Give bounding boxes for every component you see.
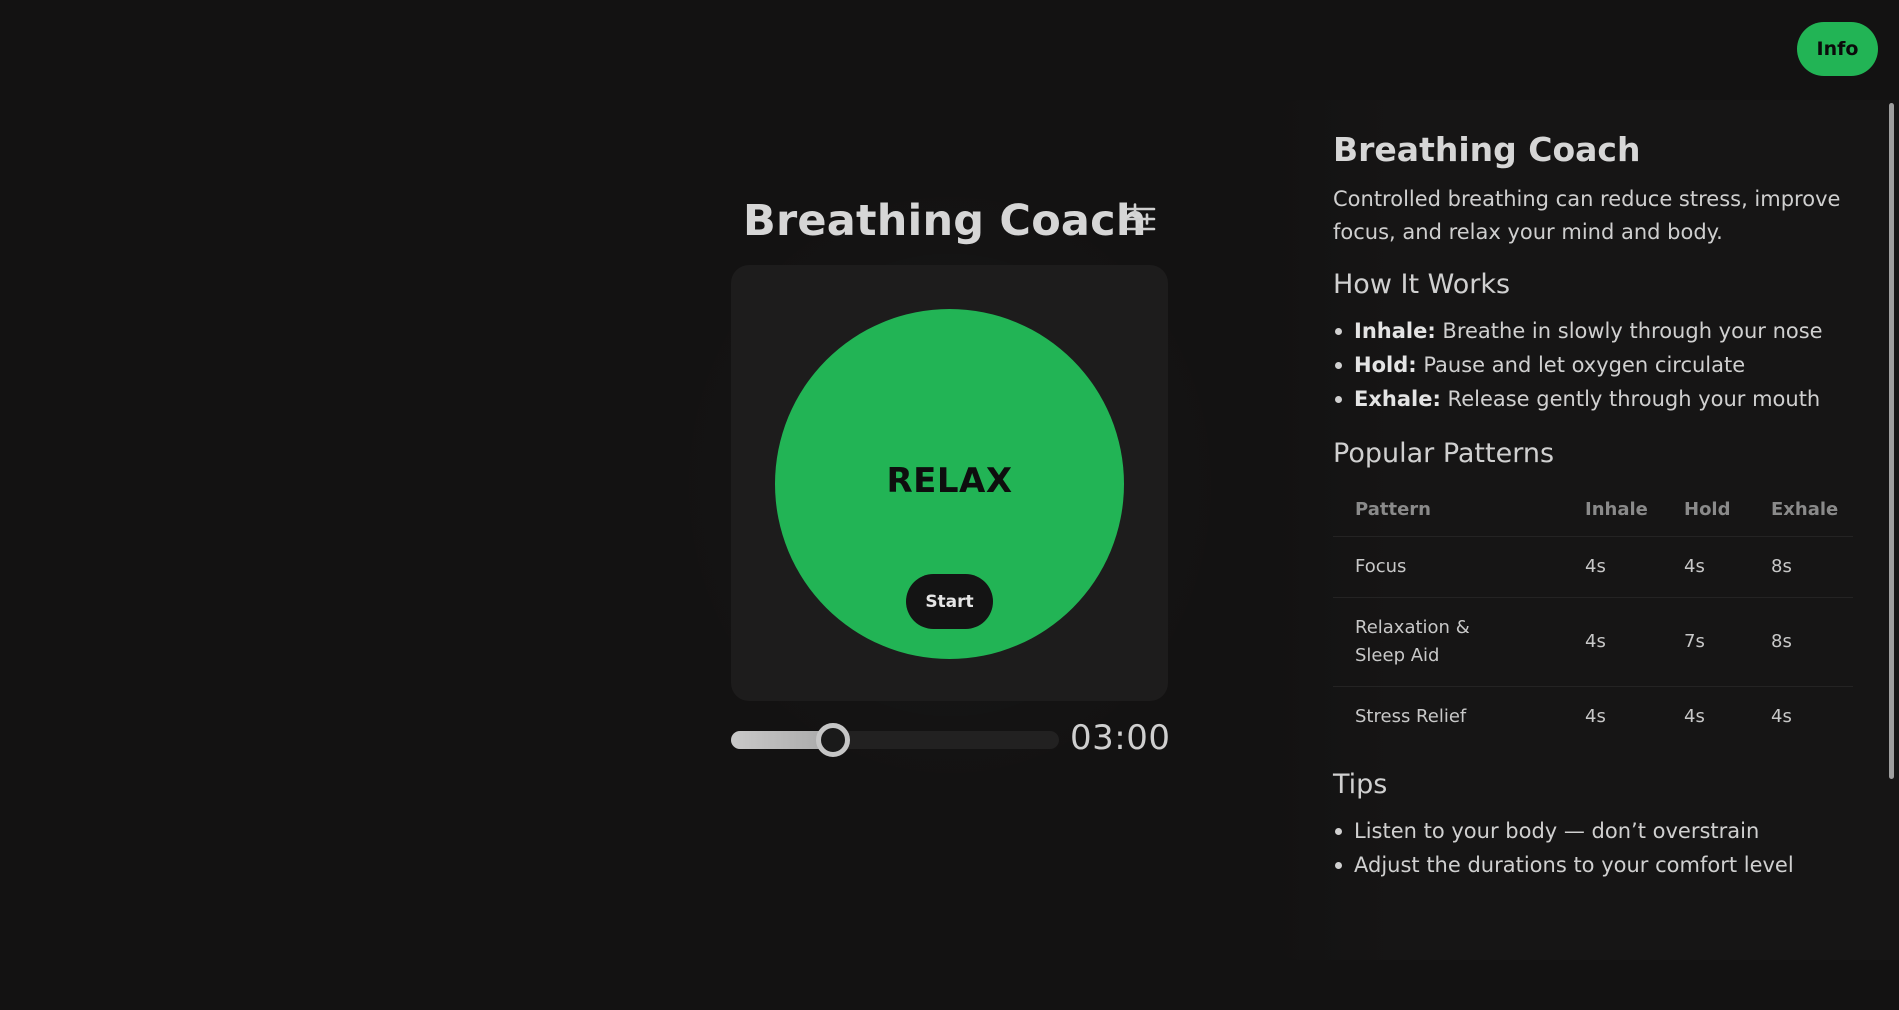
info-button[interactable]: Info	[1797, 22, 1878, 76]
how-it-works-list: Inhale: Breathe in slowly through your n…	[1333, 314, 1853, 416]
table-cell: 7s	[1662, 597, 1749, 687]
coach-title: Breathing Coach	[743, 196, 1147, 246]
start-button[interactable]: Start	[906, 574, 993, 629]
table-cell: 4s	[1563, 597, 1662, 687]
duration-slider-thumb[interactable]	[815, 723, 850, 757]
info-panel-scrollbar[interactable]	[1889, 103, 1894, 779]
phase-label: RELAX	[886, 461, 1013, 501]
table-cell: 8s	[1749, 536, 1853, 598]
table-cell: 4s	[1563, 536, 1662, 598]
table-cell: 4s	[1684, 706, 1705, 727]
info-intro: Controlled breathing can reduce stress, …	[1333, 187, 1841, 244]
patterns-table: Pattern Inhale Hold Exhale Focus 4s 4s 8…	[1333, 483, 1853, 747]
tips-heading: Tips	[1333, 769, 1388, 800]
term-desc: Breathe in slowly through your nose	[1442, 319, 1823, 343]
column-header: Exhale	[1749, 483, 1853, 537]
table-cell: 8s	[1749, 597, 1853, 687]
info-panel-content: Breathing Coach Controlled breathing can…	[1333, 130, 1853, 904]
list-item: Exhale: Release gently through your mout…	[1333, 382, 1853, 416]
list-item: Adjust the durations to your comfort lev…	[1333, 848, 1853, 882]
session-timer: 03:00	[1070, 718, 1171, 758]
list-item: Listen to your body — don’t overstrain	[1333, 814, 1853, 848]
column-header: Pattern	[1333, 483, 1563, 537]
column-header: Inhale	[1563, 483, 1662, 537]
how-it-works-heading: How It Works	[1333, 269, 1511, 300]
tips-list: Listen to your body — don’t overstrain A…	[1333, 814, 1853, 882]
table-cell: Stress Relief	[1355, 706, 1467, 727]
column-header: Hold	[1662, 483, 1749, 537]
list-item: Hold: Pause and let oxygen circulate	[1333, 348, 1853, 382]
table-row: Stress Relief 4s 4s 4s	[1333, 687, 1853, 748]
table-cell: Relaxation & Sleep Aid	[1333, 597, 1563, 687]
table-row: Relaxation & Sleep Aid 4s 7s 8s	[1333, 597, 1853, 687]
duration-slider[interactable]	[731, 723, 1059, 757]
table-cell: 4s	[1771, 706, 1792, 727]
sliders-icon[interactable]	[1125, 203, 1157, 235]
table-cell: 4s	[1662, 536, 1749, 598]
term-inhale: Inhale:	[1354, 319, 1436, 343]
term-exhale: Exhale:	[1354, 387, 1441, 411]
term-hold: Hold:	[1354, 353, 1417, 377]
list-item: Inhale: Breathe in slowly through your n…	[1333, 314, 1853, 348]
table-row: Focus 4s 4s 8s	[1333, 536, 1853, 598]
table-header-row: Pattern Inhale Hold Exhale	[1333, 483, 1853, 537]
term-desc: Pause and let oxygen circulate	[1423, 353, 1746, 377]
term-desc: Release gently through your mouth	[1447, 387, 1821, 411]
table-cell: 4s	[1585, 706, 1606, 727]
table-cell: Focus	[1333, 536, 1563, 598]
popular-patterns-heading: Popular Patterns	[1333, 438, 1555, 469]
info-title: Breathing Coach	[1333, 130, 1641, 169]
